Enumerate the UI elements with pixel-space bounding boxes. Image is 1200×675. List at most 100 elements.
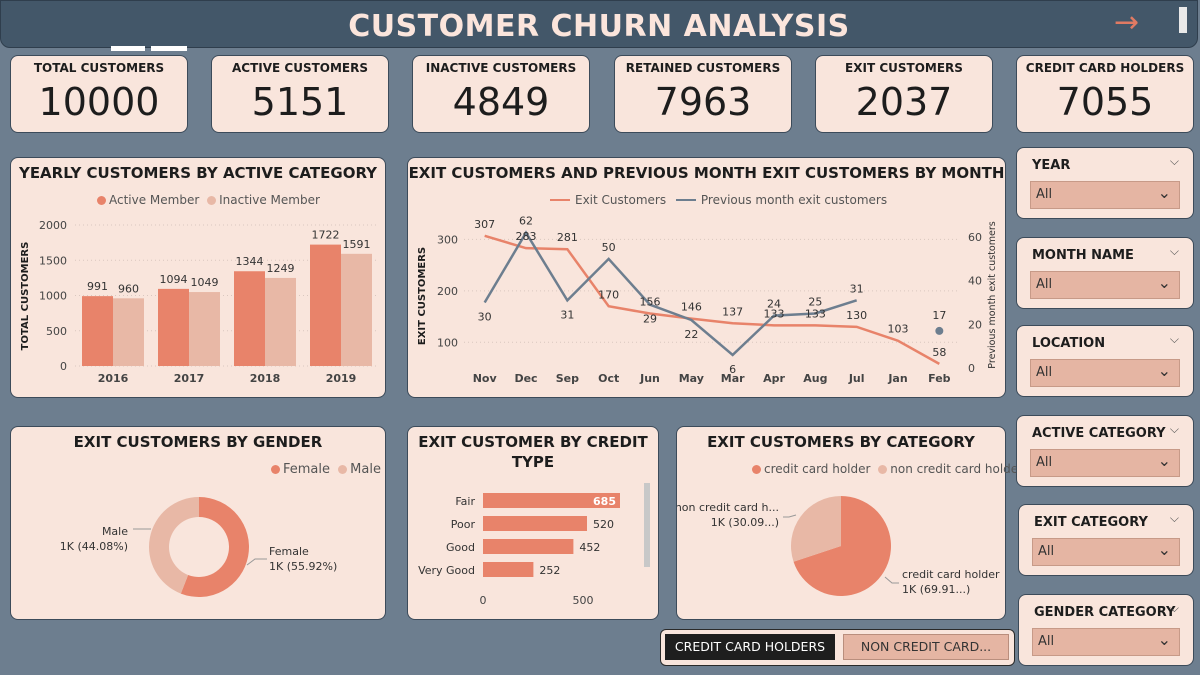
credit-type-panel[interactable]: EXIT CUSTOMER BY CREDIT TYPE 0 500 Fair 685… — [407, 426, 659, 620]
bar — [483, 516, 587, 531]
chevron-down-icon[interactable]: ⌵ — [1170, 154, 1179, 169]
page-tab[interactable] — [111, 46, 145, 51]
page-tab[interactable] — [151, 46, 187, 51]
pie-data-label: credit card holder — [902, 568, 1000, 581]
x-tick-label: 0 — [480, 594, 487, 607]
gender-category-dropdown[interactable]: All ⌄ — [1032, 628, 1180, 656]
slicer-active-category[interactable]: ACTIVE CATEGORY ⌵ All ⌄ — [1016, 415, 1194, 487]
kpi-inactive-customers: INACTIVE CUSTOMERS 4849 — [412, 55, 590, 133]
bar-data-label: 252 — [539, 564, 560, 577]
chevron-down-icon[interactable]: ⌄ — [1158, 183, 1171, 202]
bar — [158, 288, 189, 366]
bar-data-label: 452 — [579, 541, 600, 554]
page-indicator[interactable] — [1179, 7, 1187, 33]
chevron-down-icon[interactable]: ⌄ — [1158, 540, 1171, 559]
exit-data-label: 170 — [598, 288, 619, 301]
bar — [483, 562, 534, 577]
y-tick-label: 200 — [437, 285, 458, 298]
chevron-down-icon[interactable]: ⌵ — [1170, 601, 1179, 616]
dropdown-value: All — [1036, 277, 1053, 292]
previous-month-data-label: 17 — [932, 309, 946, 322]
non-credit-card-button[interactable]: NON CREDIT CARD... — [843, 634, 1009, 660]
category-panel[interactable]: EXIT CUSTOMERS BY CATEGORY credit card h… — [676, 426, 1023, 620]
yearly-chart-svg: TOTAL CUSTOMERS 0 500 1000 1500 2000 991 960 20… — [20, 219, 379, 385]
header-bar: CUSTOMER CHURN ANALYSIS → — [0, 0, 1198, 48]
slicer-month-name[interactable]: MONTH NAME ⌵ All ⌄ — [1016, 237, 1194, 309]
dropdown-value: All — [1036, 455, 1053, 470]
credit-card-holders-button[interactable]: CREDIT CARD HOLDERS — [665, 634, 835, 660]
bar-data-label: 960 — [118, 282, 139, 295]
dropdown-value: All — [1036, 365, 1053, 380]
x-tick-label: Jul — [848, 372, 865, 385]
kpi-label: RETAINED CUSTOMERS — [625, 61, 781, 75]
bar-data-label: 685 — [593, 495, 616, 508]
slicer-location[interactable]: LOCATION ⌵ All ⌄ — [1016, 325, 1194, 397]
chevron-down-icon[interactable]: ⌵ — [1170, 244, 1179, 259]
kpi-label: EXIT CUSTOMERS — [845, 61, 963, 75]
y-tick-label: Fair — [455, 495, 475, 508]
bar — [189, 292, 220, 366]
chevron-down-icon[interactable]: ⌄ — [1158, 361, 1171, 380]
active-category-dropdown[interactable]: All ⌄ — [1030, 449, 1180, 477]
y-axis-title: EXIT CUSTOMERS — [417, 247, 428, 345]
y2-tick-label: 60 — [968, 231, 982, 244]
exit-data-label: 146 — [681, 301, 702, 314]
leader-line — [884, 576, 899, 584]
slicer-label: GENDER CATEGORY — [1034, 605, 1176, 620]
chevron-down-icon[interactable]: ⌄ — [1158, 273, 1171, 292]
credit-chart-svg: 0 500 Fair 685 Poor 520 Good 452 Very Good 252 — [418, 483, 650, 607]
previous-month-data-label: 31 — [560, 308, 574, 321]
kpi-label: ACTIVE CUSTOMERS — [231, 61, 368, 75]
x-tick-label: 2018 — [250, 372, 281, 385]
slicer-label: ACTIVE CATEGORY — [1032, 426, 1166, 441]
bar-data-label: 1249 — [267, 262, 295, 275]
previous-month-data-label: 62 — [519, 215, 533, 228]
pie-data-label: 1K (30.09...) — [711, 516, 779, 529]
y2-tick-label: 0 — [968, 362, 975, 375]
chevron-down-icon[interactable]: ⌄ — [1158, 451, 1171, 470]
previous-month-point — [935, 326, 944, 335]
chevron-down-icon[interactable]: ⌵ — [1170, 422, 1179, 437]
x-tick-label: 500 — [573, 594, 594, 607]
year-dropdown[interactable]: All ⌄ — [1030, 181, 1180, 209]
x-tick-label: Jun — [639, 372, 660, 385]
month-dropdown[interactable]: All ⌄ — [1030, 271, 1180, 299]
bar-data-label: 991 — [87, 280, 108, 293]
kpi-retained-customers: RETAINED CUSTOMERS 7963 — [614, 55, 792, 133]
kpi-total-customers: TOTAL CUSTOMERS 10000 — [10, 55, 188, 133]
y2-tick-label: 20 — [968, 318, 982, 331]
location-dropdown[interactable]: All ⌄ — [1030, 359, 1180, 387]
slicer-year[interactable]: YEAR ⌵ All ⌄ — [1016, 147, 1194, 219]
category-chart-svg: credit card holder 1K (69.91...) non credi… — [677, 496, 1000, 596]
exit-category-dropdown[interactable]: All ⌄ — [1032, 538, 1180, 566]
kpi-value: 2037 — [855, 80, 953, 124]
kpi-value: 5151 — [251, 80, 349, 124]
slicer-label: MONTH NAME — [1032, 248, 1134, 263]
pie-data-label: Female — [269, 545, 309, 558]
chevron-down-icon[interactable]: ⌄ — [1158, 630, 1171, 649]
kpi-label: INACTIVE CUSTOMERS — [425, 61, 577, 75]
slicer-exit-category[interactable]: EXIT CATEGORY ⌵ All ⌄ — [1018, 504, 1194, 576]
y-axis-title: TOTAL CUSTOMERS — [20, 242, 31, 351]
yearly-customers-panel[interactable]: YEARLY CUSTOMERS BY ACTIVE CATEGORY Acti… — [10, 157, 386, 398]
kpi-active-customers: ACTIVE CUSTOMERS 5151 — [211, 55, 389, 133]
previous-month-data-label: 25 — [808, 295, 822, 308]
previous-month-line — [483, 230, 858, 357]
arrow-right-icon[interactable]: → — [1114, 8, 1139, 38]
exit-customers-line — [484, 234, 940, 365]
exit-data-label: 58 — [932, 346, 946, 359]
slicer-label: EXIT CATEGORY — [1034, 515, 1148, 530]
gender-panel[interactable]: EXIT CUSTOMERS BY GENDER Female Male Fem… — [10, 426, 386, 620]
chevron-down-icon[interactable]: ⌵ — [1170, 511, 1179, 526]
gender-chart-svg: Female 1K (55.92%) Male 1K (44.08%) — [60, 497, 337, 597]
card-filter-buttons: CREDIT CARD HOLDERS NON CREDIT CARD... — [660, 629, 1015, 666]
y2-tick-label: 40 — [968, 275, 982, 288]
kpi-exit-customers: EXIT CUSTOMERS 2037 — [815, 55, 993, 133]
scrollbar[interactable] — [644, 483, 650, 567]
chevron-down-icon[interactable]: ⌵ — [1170, 332, 1179, 347]
previous-month-data-label: 30 — [478, 311, 492, 324]
exit-data-label: 130 — [846, 309, 867, 322]
monthly-exit-panel[interactable]: EXIT CUSTOMERS AND PREVIOUS MONTH EXIT C… — [407, 157, 1006, 398]
bar-data-label: 1094 — [160, 273, 188, 286]
slicer-gender-category[interactable]: GENDER CATEGORY ⌵ All ⌄ — [1018, 594, 1194, 666]
